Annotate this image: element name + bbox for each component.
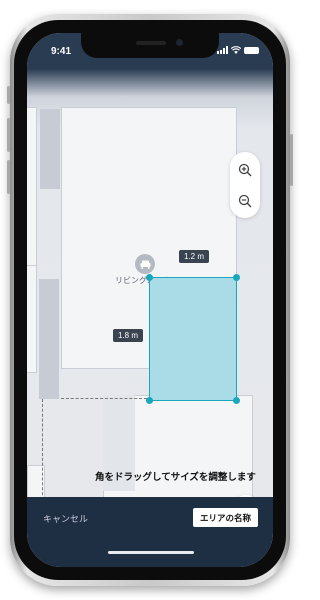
selection-width-badge: 1.2 m (179, 250, 210, 263)
boundary-line (42, 399, 43, 505)
selection-height-badge: 1.8 m (113, 329, 144, 342)
speaker-grille (136, 41, 166, 45)
front-camera (176, 39, 183, 46)
resize-handle-bottom-left[interactable] (146, 397, 153, 404)
phone-notch (81, 33, 219, 58)
phone-screen: 9:41 リビングルーム 1.2 m 1.8 m 角をドラッグしてサイズを調整し… (27, 33, 273, 567)
zoom-control (230, 152, 260, 218)
room-left-upper (27, 107, 37, 267)
area-selection-box[interactable] (149, 277, 237, 401)
signal-icon (217, 46, 228, 54)
wall-segment (40, 109, 60, 189)
resize-hint-text: 角をドラッグしてサイズを調整します (95, 472, 256, 483)
home-indicator[interactable] (108, 551, 194, 554)
boundary-line (61, 398, 147, 399)
resize-handle-bottom-right[interactable] (233, 397, 240, 404)
zoom-in-button[interactable] (230, 155, 260, 185)
room-left-middle (27, 265, 37, 373)
system-icons (217, 46, 259, 54)
sofa-icon (135, 254, 155, 274)
resize-handle-top-right[interactable] (233, 274, 240, 281)
bottom-action-bar: キャンセル エリアの名称 (27, 497, 273, 567)
battery-icon (244, 47, 259, 54)
volume-up-button (7, 118, 10, 152)
cancel-button[interactable]: キャンセル (43, 512, 88, 525)
zoom-in-icon (238, 163, 252, 177)
power-button (290, 134, 293, 186)
wifi-icon (231, 46, 241, 54)
status-time: 9:41 (51, 46, 72, 57)
volume-down-button (7, 160, 10, 194)
zoom-out-button[interactable] (230, 186, 260, 216)
resize-handle-top-left[interactable] (146, 274, 153, 281)
silent-switch (7, 86, 10, 104)
floor-map[interactable]: リビングルーム 1.2 m 1.8 m 角をドラッグしてサイズを調整します 1 … (27, 69, 273, 535)
name-area-button[interactable]: エリアの名称 (193, 508, 259, 527)
zoom-out-icon (238, 194, 252, 208)
wall-segment (39, 279, 59, 399)
